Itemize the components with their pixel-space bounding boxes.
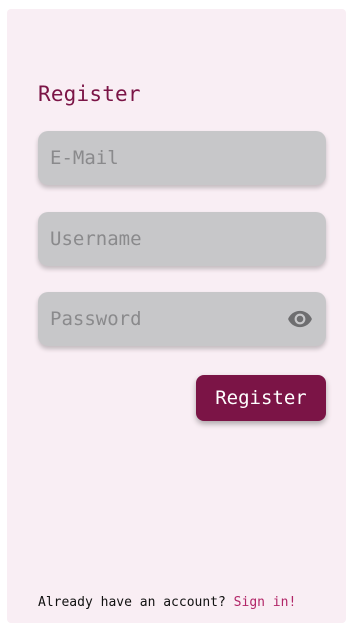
register-button[interactable]: Register bbox=[196, 375, 326, 421]
username-field-container[interactable] bbox=[38, 212, 326, 266]
password-field-container[interactable] bbox=[38, 292, 326, 346]
sign-in-prompt: Already have an account? Sign in! bbox=[38, 595, 296, 610]
username-field[interactable] bbox=[50, 228, 314, 250]
page-title: Register bbox=[38, 82, 141, 106]
eye-icon[interactable] bbox=[286, 305, 314, 333]
email-field-container[interactable] bbox=[38, 131, 326, 185]
sign-in-link[interactable]: Sign in! bbox=[234, 595, 297, 610]
password-field[interactable] bbox=[50, 308, 286, 330]
register-screen: Register Register Already have an accoun… bbox=[7, 9, 346, 623]
sign-in-prompt-text: Already have an account? bbox=[38, 595, 234, 610]
email-field[interactable] bbox=[50, 147, 314, 169]
